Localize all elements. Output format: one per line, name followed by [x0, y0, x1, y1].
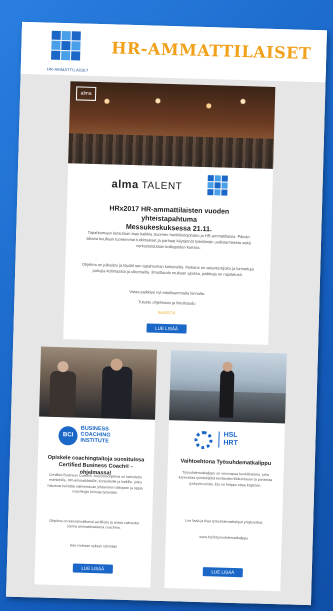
hsl-description: Työsuhdematkalippu on verovapaa henkilös… — [178, 470, 273, 488]
event-signup-text: Tutustu ohjelmaan ja ilmoittaudu — [138, 299, 196, 306]
event-hero-image[interactable]: alma — [68, 81, 276, 169]
hsl-photo[interactable] — [169, 350, 287, 424]
hsl-heading: Vaihtoehtona Työsuhdematkalippu — [180, 458, 272, 467]
hsl-logo-text: HSL HRT — [218, 431, 239, 449]
hsl-read-more-button[interactable]: LUE LISÄÄ — [202, 567, 243, 578]
event-description: Tapahtumaan kutsutaan taas kaikkia Suome… — [86, 229, 251, 250]
bci-card: BCI BUSINESS COACHING INSTITUTE Opiskele… — [34, 346, 157, 588]
hr-logo-icon — [207, 175, 230, 198]
event-card: alma alma TALENT HRx2017 HR-ammattilaist… — [63, 81, 276, 345]
bci-link[interactable]: Hae mukaan syksyn ryhmään — [43, 543, 143, 551]
event-link[interactable]: hrx2017.fi — [80, 308, 253, 319]
hsl-link[interactable]: www.hsl.fi/tyosuhdematkalippu — [174, 534, 274, 542]
bci-badge-icon: BCI — [58, 426, 78, 446]
hsl-card: HSL HRT Vaihtoehtona Työsuhdematkalippu … — [164, 350, 287, 592]
newsletter-page: HR-AMMATTILAISET HR-AMMATTILAISET alma a… — [6, 21, 327, 606]
bci-certification-text: Ohjelma on kansainvälisesti sertifioitu … — [49, 518, 140, 531]
logo-caption: HR-AMMATTILAISET — [46, 66, 89, 73]
screen-background: HR-AMMATTILAISET HR-AMMATTILAISET alma a… — [0, 0, 333, 611]
newsletter-body: alma alma TALENT HRx2017 HR-ammattilaist… — [6, 73, 326, 606]
event-price-text: Varaa paikkasi nyt edullisemmalla hinnal… — [129, 288, 206, 297]
hr-ammattilaiset-logo — [51, 30, 82, 66]
hsl-logo: HSL HRT — [168, 426, 285, 455]
bci-read-more-button[interactable]: LUE LISÄÄ — [72, 563, 113, 574]
hsl-gear-icon — [194, 430, 213, 450]
hsl-order-text: Lue lisää ja tilaa työsuhdematkaliput yr… — [185, 518, 264, 525]
bci-description: Certified Business Coach® -koulutusohjel… — [47, 472, 143, 495]
event-program-text: Ohjelma on julkaistu ja löydät sen tapah… — [81, 261, 254, 278]
page-title: HR-AMMATTILAISET — [111, 38, 312, 63]
bci-photo[interactable] — [39, 346, 157, 420]
bci-logo-text: BUSINESS COACHING INSTITUTE — [80, 425, 111, 445]
event-read-more-button[interactable]: LUE LISÄÄ — [146, 323, 187, 334]
alma-mark: alma — [75, 86, 97, 101]
alma-talent-logo: alma TALENT — [111, 178, 183, 193]
bci-logo: BCI BUSINESS COACHING INSTITUTE — [38, 422, 155, 451]
partner-logos: alma TALENT — [67, 169, 273, 201]
newsletter-header: HR-AMMATTILAISET HR-AMMATTILAISET — [20, 21, 327, 83]
